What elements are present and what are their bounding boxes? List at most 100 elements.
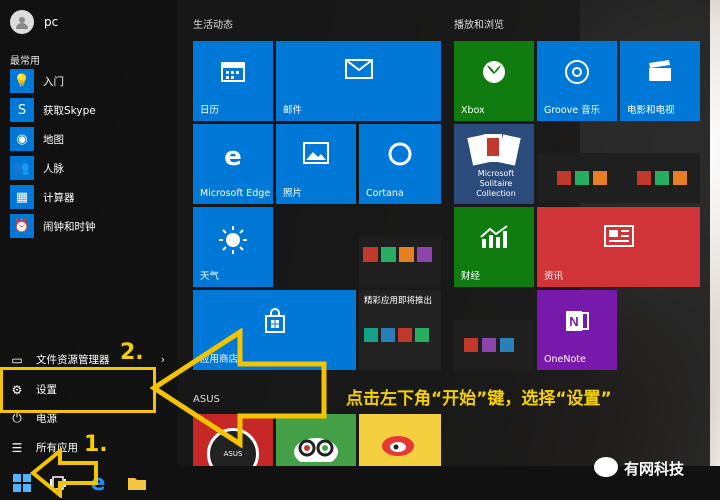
app-label: 获取Skype: [43, 104, 96, 117]
explorer-taskbar-button[interactable]: [120, 466, 154, 500]
tile-featured[interactable]: 精彩应用即将推出: [359, 290, 441, 370]
mini-tile: [381, 247, 396, 262]
user-avatar-icon: [10, 10, 34, 34]
tile-label: 日历: [200, 105, 220, 116]
mini-tile: [399, 247, 414, 262]
app-item[interactable]: S 获取Skype: [10, 97, 175, 123]
xbox-icon: [454, 59, 534, 91]
tile-label: 电影和电视: [627, 105, 675, 116]
edge-icon: e: [224, 142, 242, 172]
power-icon: ⏻: [12, 411, 22, 425]
chart-up-icon: [454, 225, 534, 255]
cortana-icon: [359, 142, 441, 172]
clapper-icon: [620, 59, 700, 89]
app-item[interactable]: ◉ 地图: [10, 126, 175, 152]
tile-label: Groove 音乐: [544, 105, 601, 116]
tile-label: 资讯: [544, 271, 564, 282]
app-item[interactable]: 💡 入门: [10, 68, 175, 94]
group-play: 播放和浏览: [454, 20, 504, 31]
tile-photos[interactable]: 照片: [276, 124, 356, 204]
news-icon: [537, 225, 700, 253]
tile-movies[interactable]: 电影和电视: [620, 41, 700, 121]
wechat-icon: [594, 457, 618, 477]
calendar-icon: [193, 59, 273, 89]
app-label: 计算器: [43, 191, 75, 204]
tile-mail[interactable]: 邮件: [276, 41, 441, 121]
start-folder-item[interactable]: ▭ 文件资源管理器 ›: [8, 352, 173, 367]
tile-onenote[interactable]: N OneNote: [537, 290, 617, 370]
tile-groove[interactable]: Groove 音乐: [537, 41, 617, 121]
tile-weather[interactable]: 天气: [193, 207, 273, 287]
mail-icon: [276, 59, 441, 85]
tile-mini-mosaic[interactable]: [359, 237, 441, 287]
tile-solitaire[interactable]: Microsoft Solitaire Collection: [454, 124, 534, 204]
user-account[interactable]: pc: [10, 10, 58, 34]
start-item-label: 文件资源管理器: [36, 354, 110, 366]
app-label: 人脉: [43, 162, 64, 175]
app-item[interactable]: 👥 人脉: [10, 155, 175, 181]
most-used-title: 最常用: [10, 56, 40, 67]
tile-label: Microsoft Solitaire Collection: [476, 169, 516, 198]
start-item-label: 电源: [36, 413, 57, 425]
groove-icon: [537, 59, 617, 91]
arrow-to-settings: [150, 328, 327, 449]
alarm-icon: ⏰: [10, 214, 34, 238]
tile-label: 邮件: [283, 105, 303, 116]
tile-calendar[interactable]: 日历: [193, 41, 273, 121]
mini-tile: [363, 247, 378, 262]
weibo-icon: [359, 426, 441, 462]
photos-icon: [276, 142, 356, 170]
tile-cortana[interactable]: Cortana: [359, 124, 441, 204]
mini-tile: [364, 328, 378, 342]
start-power-item[interactable]: ⏻ 电源: [8, 411, 173, 426]
tile-label: 财经: [461, 271, 481, 282]
mini-tile: [673, 171, 687, 185]
tile-label: Microsoft Edge: [200, 188, 271, 199]
folder-icon: ▭: [11, 352, 23, 367]
svg-text:N: N: [569, 314, 578, 329]
mini-tile: [482, 338, 496, 352]
app-label: 入门: [43, 75, 64, 88]
user-name: pc: [44, 15, 59, 29]
step-2-label: 2.: [120, 340, 144, 365]
instruction-caption: 点击左下角“开始”键，选择“设置”: [346, 389, 612, 409]
watermark-text: 有网科技: [624, 460, 685, 478]
app-item[interactable]: ▦ 计算器: [10, 184, 175, 210]
mini-tile: [557, 171, 571, 185]
tile-mini-mosaic-2[interactable]: [537, 153, 700, 203]
calculator-icon: ▦: [10, 185, 34, 209]
tile-finance[interactable]: 财经: [454, 207, 534, 287]
mini-tile: [593, 171, 607, 185]
mini-tile: [381, 328, 395, 342]
app-item[interactable]: ⏰ 闹钟和时钟: [10, 213, 175, 239]
tile-label: OneNote: [544, 354, 586, 365]
app-label: 地图: [43, 133, 64, 146]
tile-mini-mosaic-3[interactable]: [454, 320, 534, 370]
people-icon: 👥: [10, 156, 34, 180]
mini-tile: [415, 328, 429, 342]
sun-icon: [193, 225, 273, 261]
mini-tile: [398, 328, 412, 342]
mini-tile: [655, 171, 669, 185]
mini-tile: [575, 171, 589, 185]
lightbulb-icon: 💡: [10, 69, 34, 93]
mini-tile: [464, 338, 478, 352]
mini-tile: [637, 171, 651, 185]
tile-news[interactable]: 资讯: [537, 207, 700, 287]
skype-icon: S: [10, 98, 34, 122]
tile-label: Cortana: [366, 188, 404, 199]
map-icon: ◉: [10, 127, 34, 151]
tile-label: 天气: [200, 271, 220, 282]
app-label: 闹钟和时钟: [43, 220, 96, 233]
list-icon: ☰: [11, 440, 23, 455]
tile-weibo[interactable]: [359, 414, 441, 466]
tile-edge[interactable]: e Microsoft Edge: [193, 124, 273, 204]
tile-label: 照片: [283, 188, 303, 199]
tile-label: 精彩应用即将推出: [364, 296, 433, 306]
mini-tile: [417, 247, 432, 262]
arrow-to-start: [30, 448, 98, 498]
desktop: pc 最常用 💡 入门 S 获取Skype ◉ 地图 👥 人脉 ▦ 计算器 ⏰ 闹钟和时钟 ▭ 文件资源…: [0, 0, 720, 500]
tile-xbox[interactable]: Xbox: [454, 41, 534, 121]
highlight-settings-box: [0, 367, 156, 413]
windows-logo-icon: [13, 474, 31, 492]
